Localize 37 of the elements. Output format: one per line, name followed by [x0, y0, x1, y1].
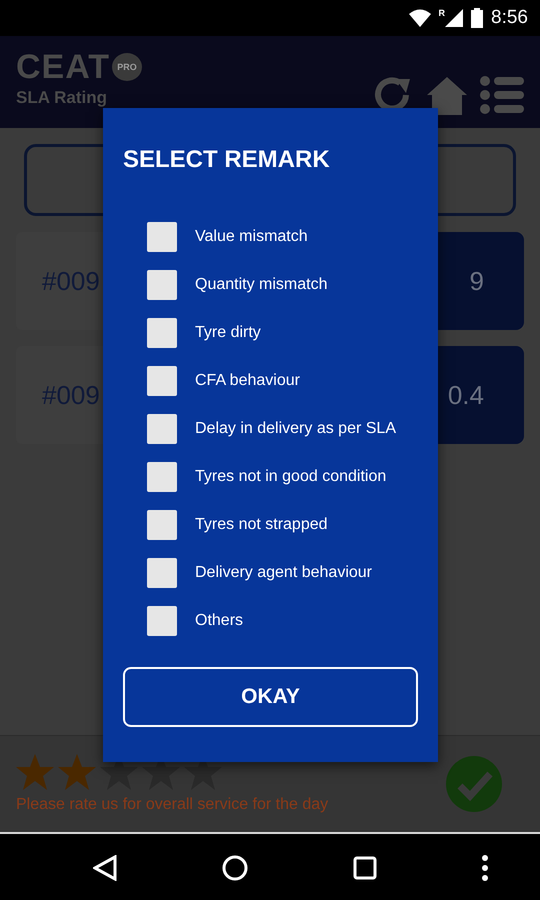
checkbox[interactable]	[147, 510, 177, 540]
option-label[interactable]: Tyres not in good condition	[195, 468, 386, 486]
roaming-indicator: R	[438, 8, 446, 18]
overflow-menu-icon[interactable]	[482, 855, 488, 881]
checkbox[interactable]	[147, 606, 177, 636]
home-button-icon[interactable]	[222, 855, 248, 881]
option-label[interactable]: Quantity mismatch	[195, 276, 328, 294]
screen-title: SLA Rating	[16, 88, 108, 108]
battery-icon	[471, 8, 484, 28]
back-icon[interactable]	[92, 855, 116, 881]
checkbox[interactable]	[147, 222, 177, 252]
option-label[interactable]: Tyres not strapped	[195, 516, 328, 534]
checkmark-icon[interactable]	[446, 756, 502, 812]
menu-icon[interactable]	[480, 76, 524, 114]
dialog-title: SELECT REMARK	[123, 146, 331, 174]
option-label[interactable]: Delivery agent behaviour	[195, 564, 372, 582]
logo-badge: PRO	[112, 53, 142, 81]
checkbox[interactable]	[147, 366, 177, 396]
checkbox[interactable]	[147, 270, 177, 300]
option-label[interactable]: CFA behaviour	[195, 372, 300, 390]
option-label[interactable]: Others	[195, 612, 244, 630]
home-icon[interactable]	[426, 75, 468, 115]
checkbox[interactable]	[147, 318, 177, 348]
app-logo: CEAT	[16, 50, 110, 84]
signal-icon	[445, 9, 464, 27]
rating-prompt: Please rate us for overall service for the day	[16, 796, 328, 814]
checkbox[interactable]	[147, 462, 177, 492]
checkbox[interactable]	[147, 414, 177, 444]
recents-icon[interactable]	[352, 856, 376, 880]
okay-button[interactable]: OKAY	[123, 667, 418, 727]
star-icon[interactable]	[58, 754, 96, 790]
option-label[interactable]: Value mismatch	[195, 228, 308, 246]
wifi-icon	[408, 9, 431, 27]
star-icon[interactable]	[16, 754, 54, 790]
clock: 8:56	[491, 7, 528, 29]
option-label[interactable]: Tyre dirty	[195, 324, 261, 342]
checkbox[interactable]	[147, 558, 177, 588]
